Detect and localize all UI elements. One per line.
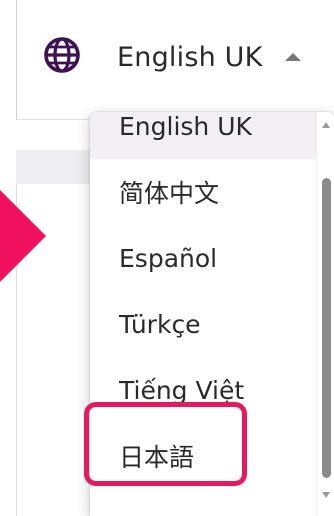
language-selector[interactable]: English UK: [16, 0, 334, 120]
language-option-label: 日本語: [119, 443, 195, 472]
caret-up-icon[interactable]: [285, 53, 301, 61]
language-option-label: 简体中文: [119, 179, 220, 208]
language-option-turkish[interactable]: Türkçe: [90, 291, 316, 357]
language-option-label: Türkçe: [119, 309, 201, 339]
dropdown-scrollbar[interactable]: [316, 112, 334, 516]
language-option-label: Español: [119, 243, 218, 273]
language-option-spanish[interactable]: Español: [90, 225, 316, 291]
language-options-list: English UK 简体中文 Español Türkçe Tiếng Việ…: [90, 112, 316, 489]
current-language-label[interactable]: English UK: [117, 40, 263, 76]
language-option-label: Tiếng Việt: [119, 375, 245, 405]
scrollbar-thumb[interactable]: [322, 178, 331, 478]
language-option-english-uk[interactable]: English UK: [90, 112, 316, 159]
screenshot-stage: English UK English UK 简体中文 Español Türkç…: [0, 0, 334, 516]
language-option-simplified-chinese[interactable]: 简体中文: [90, 159, 316, 225]
scroll-up-arrow-icon[interactable]: [322, 122, 330, 128]
language-dropdown-menu[interactable]: English UK 简体中文 Español Türkçe Tiếng Việ…: [90, 112, 334, 516]
pointer-arrow-icon: [0, 190, 60, 300]
globe-icon: [43, 36, 81, 74]
scroll-down-arrow-icon[interactable]: [322, 492, 330, 498]
language-option-japanese[interactable]: 日本語: [90, 423, 316, 489]
language-option-label: English UK: [119, 112, 252, 141]
language-option-vietnamese[interactable]: Tiếng Việt: [90, 357, 316, 423]
